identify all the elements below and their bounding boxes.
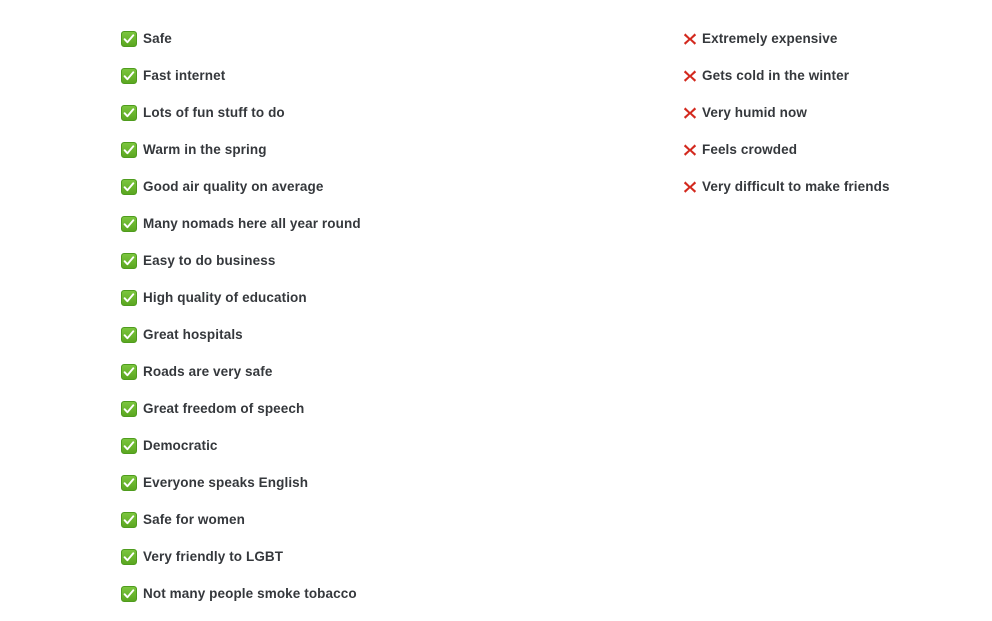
pro-item-label: Great hospitals [143, 327, 243, 342]
cross-mark-icon [682, 31, 698, 47]
pro-list-item: Roads are very safe [121, 353, 641, 390]
pro-item-label: Easy to do business [143, 253, 276, 268]
white-heavy-check-mark-icon [121, 104, 137, 121]
pro-list-item: Great hospitals [121, 316, 641, 353]
white-heavy-check-mark-icon [121, 474, 137, 491]
white-heavy-check-mark-icon [121, 326, 137, 343]
pro-list-item: Fast internet [121, 57, 641, 94]
pro-item-label: Good air quality on average [143, 179, 324, 194]
con-item-label: Very difficult to make friends [702, 179, 890, 194]
pro-item-label: Everyone speaks English [143, 475, 309, 490]
pro-list-item: Many nomads here all year round [121, 205, 641, 242]
white-heavy-check-mark-icon [121, 67, 137, 84]
pro-item-label: Many nomads here all year round [143, 216, 361, 231]
pro-item-label: Roads are very safe [143, 364, 273, 379]
white-heavy-check-mark-icon [121, 178, 137, 195]
pro-item-label: Very friendly to LGBT [143, 549, 284, 564]
con-list-item: Very difficult to make friends [682, 168, 982, 205]
white-heavy-check-mark-icon [121, 30, 137, 47]
white-heavy-check-mark-icon [121, 400, 137, 417]
white-heavy-check-mark-icon [121, 289, 137, 306]
pro-list-item: Safe for women [121, 501, 641, 538]
white-heavy-check-mark-icon [121, 215, 137, 232]
white-heavy-check-mark-icon [121, 363, 137, 380]
pro-item-label: High quality of education [143, 290, 307, 305]
cross-mark-icon [682, 105, 698, 121]
pros-and-cons-board: Safe Fast internet Lots of fun stuff to do… [0, 0, 992, 621]
con-list-item: Gets cold in the winter [682, 57, 982, 94]
pro-list-item: Everyone speaks English [121, 464, 641, 501]
pro-list-item: Democratic [121, 427, 641, 464]
cons-column: Extremely expensive Gets cold in the wint… [682, 20, 982, 205]
pro-item-label: Safe [143, 31, 172, 46]
pro-item-label: Not many people smoke tobacco [143, 586, 357, 601]
pro-item-label: Warm in the spring [143, 142, 267, 157]
pro-list-item: Safe [121, 20, 641, 57]
pro-list-item: High quality of education [121, 279, 641, 316]
pro-list-item: Warm in the spring [121, 131, 641, 168]
pro-list-item: Easy to do business [121, 242, 641, 279]
pros-column: Safe Fast internet Lots of fun stuff to do… [121, 20, 641, 612]
white-heavy-check-mark-icon [121, 548, 137, 565]
con-item-label: Gets cold in the winter [702, 68, 850, 83]
white-heavy-check-mark-icon [121, 141, 137, 158]
pro-list-item: Not many people smoke tobacco [121, 575, 641, 612]
pro-item-label: Lots of fun stuff to do [143, 105, 285, 120]
con-list-item: Feels crowded [682, 131, 982, 168]
cross-mark-icon [682, 142, 698, 158]
con-item-label: Extremely expensive [702, 31, 838, 46]
pro-list-item: Very friendly to LGBT [121, 538, 641, 575]
white-heavy-check-mark-icon [121, 511, 137, 528]
con-item-label: Feels crowded [702, 142, 798, 157]
pro-item-label: Safe for women [143, 512, 245, 527]
cross-mark-icon [682, 179, 698, 195]
white-heavy-check-mark-icon [121, 437, 137, 454]
pro-list-item: Great freedom of speech [121, 390, 641, 427]
white-heavy-check-mark-icon [121, 585, 137, 602]
con-list-item: Extremely expensive [682, 20, 982, 57]
pro-list-item: Good air quality on average [121, 168, 641, 205]
con-item-label: Very humid now [702, 105, 807, 120]
con-list-item: Very humid now [682, 94, 982, 131]
pro-item-label: Democratic [143, 438, 218, 453]
pro-item-label: Great freedom of speech [143, 401, 305, 416]
pro-item-label: Fast internet [143, 68, 226, 83]
white-heavy-check-mark-icon [121, 252, 137, 269]
pro-list-item: Lots of fun stuff to do [121, 94, 641, 131]
cross-mark-icon [682, 68, 698, 84]
